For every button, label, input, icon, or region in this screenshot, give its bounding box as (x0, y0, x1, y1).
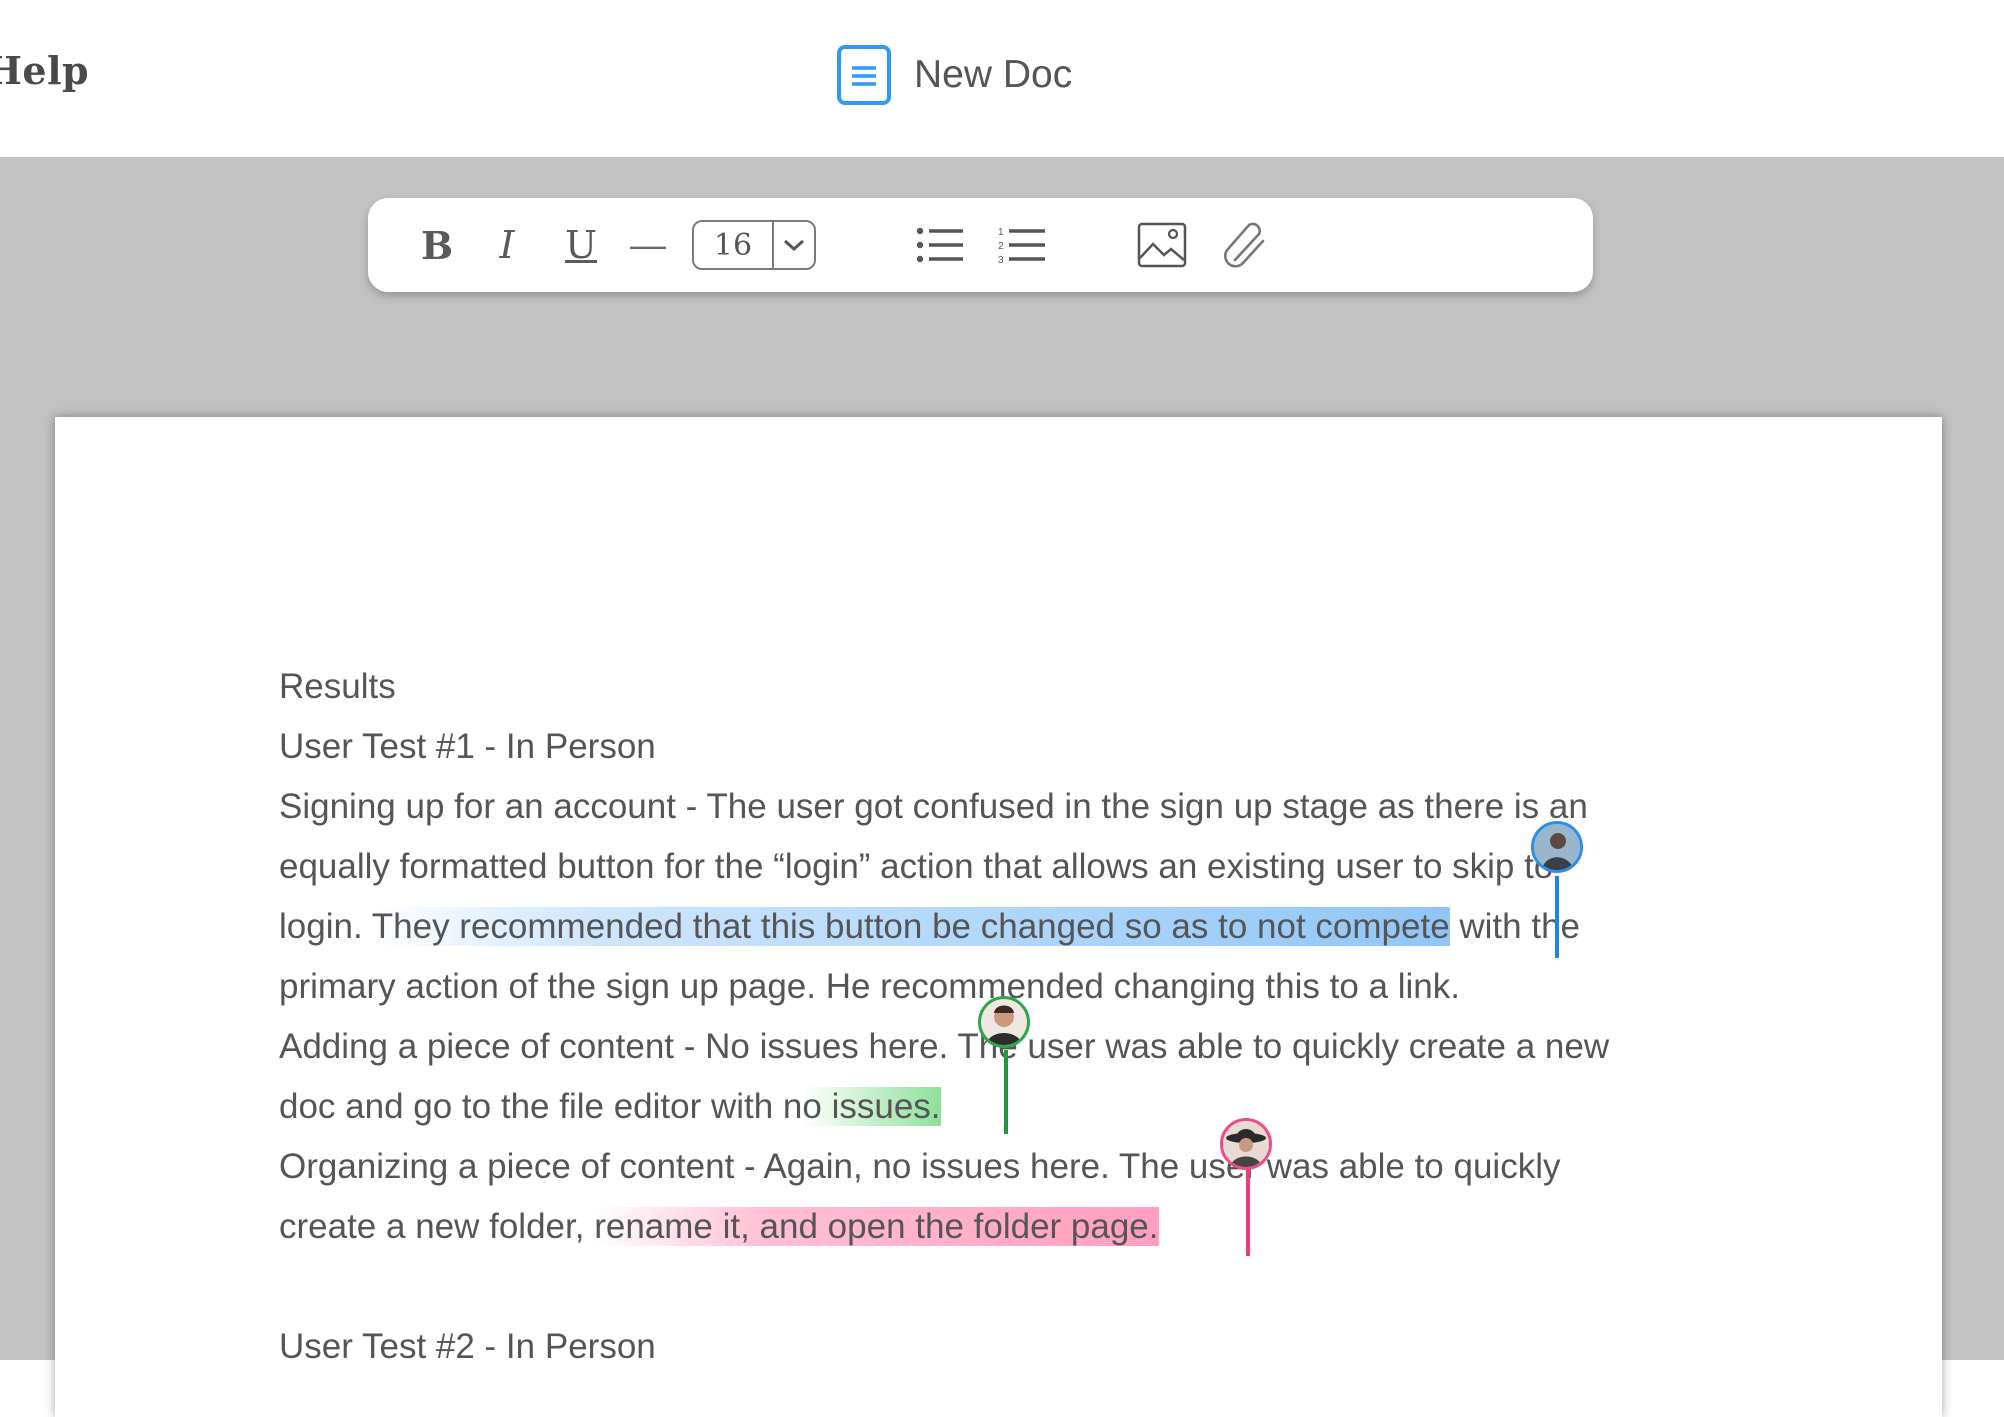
underline-button[interactable]: U (554, 198, 608, 292)
document-title[interactable]: New Doc (914, 53, 1072, 97)
doc-paragraph-line: login. They recommended that this button… (279, 897, 1580, 957)
doc-paragraph-line: Signing up for an account - The user got… (279, 787, 1588, 826)
svg-text:1: 1 (998, 227, 1004, 238)
font-size-select[interactable]: 16 (692, 220, 816, 270)
italic-button[interactable]: I (482, 198, 532, 292)
help-menu[interactable]: Help (0, 48, 89, 93)
doc-paragraph-line: Adding a piece of content - No issues he… (279, 1027, 1610, 1066)
collaborator-selection-green: o issues. (802, 1087, 941, 1126)
svg-text:3: 3 (998, 255, 1004, 265)
attachment-icon[interactable] (1220, 220, 1272, 270)
collaborator-avatar-green[interactable] (978, 996, 1030, 1048)
bulleted-list-icon[interactable] (914, 220, 966, 270)
avatar-icon (1534, 824, 1580, 870)
horizontal-rule-button[interactable]: — (622, 198, 674, 292)
doc-paragraph-line: create a new folder, rename it, and open… (279, 1197, 1159, 1257)
collaborator-avatar-pink[interactable] (1220, 1118, 1272, 1170)
doc-heading-user-test-1: User Test #1 - In Person (279, 727, 656, 766)
doc-heading-user-test-2: User Test #2 - In Person (279, 1327, 656, 1366)
doc-paragraph-line: Organizing a piece of content - Again, n… (279, 1147, 1561, 1186)
document-title-area: New Doc (836, 44, 1072, 106)
doc-heading-results: Results (279, 667, 396, 706)
doc-paragraph-line: equally formatted button for the “login”… (279, 847, 1554, 886)
collaborator-selection-blue: They recommended that this button be cha… (371, 907, 1450, 946)
collaborator-cursor-blue (1555, 876, 1559, 958)
avatar-icon (1223, 1121, 1269, 1167)
top-bar: Help New Doc (0, 0, 2004, 157)
formatting-toolbar: B I U — 16 1 2 3 (368, 198, 1593, 292)
collaborator-cursor-green (1004, 1050, 1008, 1134)
image-icon[interactable] (1136, 220, 1188, 270)
avatar-icon (981, 999, 1027, 1045)
doc-paragraph-line: doc and go to the file editor with no is… (279, 1077, 941, 1137)
line-text: login. (279, 907, 372, 946)
collaborator-selection-pink: rename it, and open the folder page. (594, 1207, 1159, 1246)
line-text: create a new folder, (279, 1207, 595, 1246)
collaborator-avatar-blue[interactable] (1531, 821, 1583, 873)
doc-paragraph-line: primary action of the sign up page. He r… (279, 967, 1460, 1006)
document-icon (837, 45, 891, 105)
numbered-list-icon[interactable]: 1 2 3 (996, 220, 1048, 270)
collaborator-cursor-pink (1246, 1170, 1250, 1256)
line-text: doc and go to the file editor with n (279, 1087, 803, 1126)
line-text: with the (1449, 907, 1581, 946)
svg-text:2: 2 (998, 241, 1004, 252)
bold-button[interactable]: B (412, 198, 462, 292)
chevron-down-icon[interactable] (774, 222, 814, 268)
font-size-value: 16 (694, 222, 774, 268)
